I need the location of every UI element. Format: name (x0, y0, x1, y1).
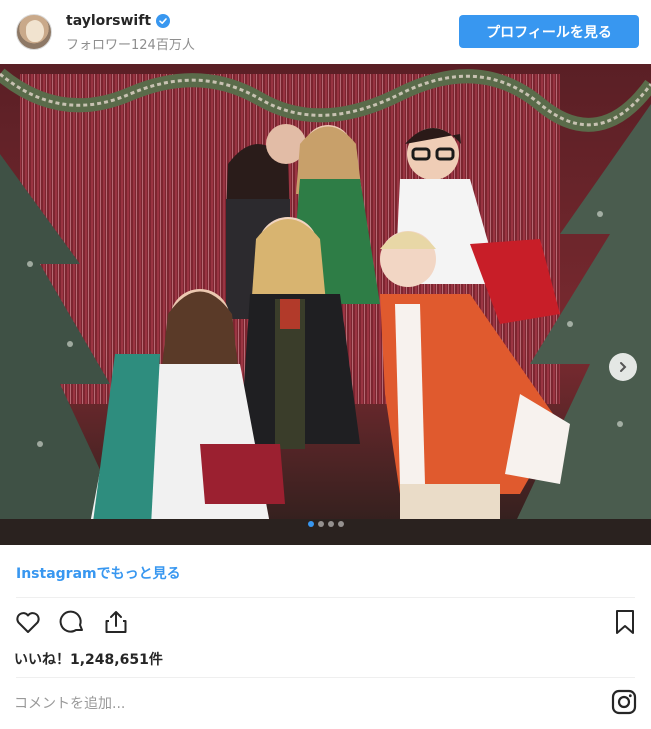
like-button[interactable] (12, 606, 44, 638)
view-more-on-instagram-link[interactable]: Instagramでもっと見る (16, 563, 181, 583)
instagram-embed: taylorswift フォロワー124百万人 プロフィールを見る Instag… (0, 0, 651, 729)
comment-button[interactable] (56, 606, 88, 638)
username-row: taylorswift (66, 13, 171, 29)
party-photo-scene (0, 64, 651, 545)
follower-count: フォロワー124百万人 (66, 38, 195, 53)
divider (16, 597, 635, 598)
post-photo[interactable] (0, 64, 651, 545)
save-button[interactable] (609, 606, 641, 638)
add-comment-input[interactable]: コメントを追加... (14, 693, 125, 713)
carousel-dot[interactable] (307, 521, 314, 527)
carousel-dot[interactable] (317, 521, 324, 527)
username[interactable]: taylorswift (66, 13, 151, 29)
heart-icon (16, 612, 40, 633)
action-bar (12, 606, 132, 638)
carousel-next-button[interactable] (609, 353, 637, 381)
comment-icon (59, 610, 83, 633)
carousel-dots (0, 521, 651, 527)
divider (16, 677, 635, 678)
carousel-dot[interactable] (327, 521, 334, 527)
like-count: いいね！1,248,651件 (14, 652, 163, 668)
verified-badge-icon (156, 14, 171, 28)
chevron-right-icon (620, 362, 627, 372)
bookmark-icon (616, 610, 634, 634)
post-header: taylorswift フォロワー124百万人 プロフィールを見る (0, 0, 651, 64)
view-profile-button[interactable]: プロフィールを見る (459, 15, 639, 48)
carousel-dot[interactable] (337, 521, 344, 527)
instagram-logo-icon[interactable] (611, 689, 637, 715)
share-icon (105, 611, 127, 633)
avatar[interactable] (16, 14, 52, 50)
share-button[interactable] (100, 606, 132, 638)
